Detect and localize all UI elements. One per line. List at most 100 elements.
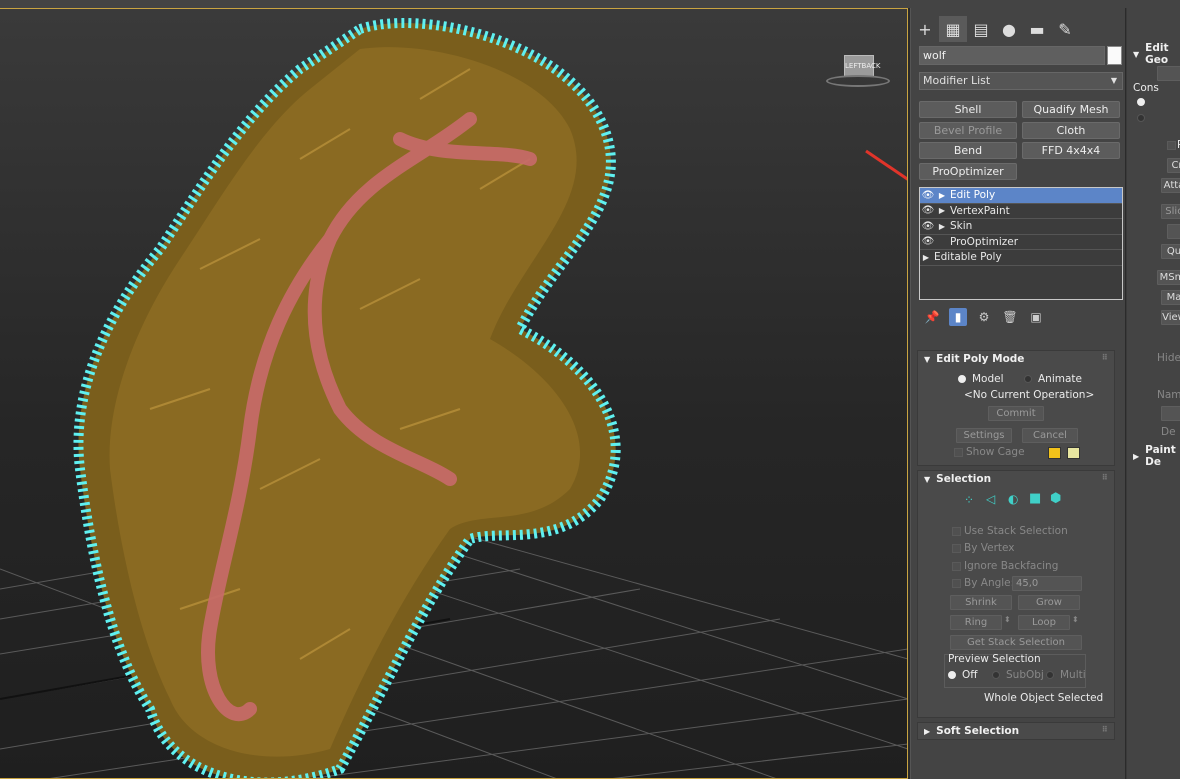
edge-subobject-icon[interactable]: ◁ [986, 492, 995, 506]
loop-button[interactable]: Loop [1018, 615, 1070, 630]
preview-subobj-radio[interactable] [992, 671, 1000, 679]
expand-arrow-icon[interactable]: ▶ [936, 191, 948, 200]
eye-icon[interactable]: 👁 [920, 190, 936, 201]
fur-object[interactable] [73, 18, 621, 779]
named-selections-label: Name [1157, 389, 1180, 401]
hierarchy-icon[interactable]: ▤ [967, 16, 995, 42]
rollout-header[interactable]: ▶ Soft Selection ⠿ [918, 723, 1114, 739]
modifier-button-bend[interactable]: Bend [919, 142, 1017, 159]
make-planar-button[interactable]: Ma [1161, 290, 1180, 305]
expand-arrow-icon[interactable]: ▶ [936, 222, 948, 231]
viewcube-compass[interactable] [826, 75, 890, 87]
stack-item-label: Skin [950, 220, 973, 233]
create-icon[interactable]: + [911, 16, 939, 42]
perspective-viewport[interactable]: LEFT BACK [0, 8, 908, 779]
motion-icon[interactable]: ● [995, 16, 1023, 42]
get-stack-selection-button[interactable]: Get Stack Selection [950, 635, 1082, 650]
rollout-header[interactable]: ▼ Edit Poly Mode ⠿ [918, 351, 1114, 367]
modifier-button-bevel-profile[interactable]: Bevel Profile [919, 122, 1017, 139]
modifier-button-prooptimizer[interactable]: ProOptimizer [919, 163, 1017, 180]
remove-modifier-icon[interactable]: 🗑 [1001, 308, 1019, 326]
use-stack-selection-checkbox[interactable] [952, 527, 961, 536]
edit-geometry-header[interactable]: ▼ Edit Geo [1127, 42, 1180, 66]
top-strip [0, 0, 1180, 8]
slice-button[interactable] [1167, 224, 1180, 239]
utilities-icon[interactable]: ✎ [1051, 16, 1079, 42]
selection-status-text: Whole Object Selected [984, 692, 1104, 704]
selection-rollout: ▼ Selection ⠿ ⁘ ◁ ◐ ■ ⬢ Use Stack Select… [917, 470, 1115, 718]
paint-deformation-header[interactable]: ▶ Paint De [1127, 444, 1180, 468]
make-unique-icon[interactable]: ⚙ [975, 308, 993, 326]
eye-icon[interactable]: 👁 [920, 205, 936, 216]
model-radio[interactable] [958, 375, 966, 383]
modifier-button-shell[interactable]: Shell [919, 101, 1017, 118]
ignore-backfacing-label: Ignore Backfacing [964, 560, 1059, 572]
preview-multi-radio[interactable] [1046, 671, 1054, 679]
element-subobject-icon[interactable]: ⬢ [1050, 491, 1061, 506]
eye-icon[interactable]: 👁 [920, 221, 936, 232]
configure-modifier-sets-icon[interactable]: ▣ [1027, 308, 1045, 326]
commit-button[interactable]: Commit [988, 406, 1044, 421]
border-subobject-icon[interactable]: ◐ [1008, 492, 1018, 506]
rollout-header[interactable]: ▼ Selection ⠿ [918, 471, 1114, 487]
rollout-title: Soft Selection [936, 725, 1020, 737]
cage-selected-color-swatch[interactable] [1067, 447, 1080, 459]
stack-item-label: VertexPaint [950, 204, 1010, 217]
settings-button[interactable]: Settings [956, 428, 1012, 443]
modifier-list-dropdown[interactable]: Modifier List ▼ [919, 72, 1123, 90]
stack-item-edit-poly[interactable]: 👁 ▶ Edit Poly [920, 188, 1122, 204]
viewcube[interactable]: LEFT BACK [826, 55, 890, 87]
create-button[interactable]: Cr [1167, 158, 1180, 173]
current-operation-text: <No Current Operation> [964, 389, 1095, 401]
animate-radio[interactable] [1024, 375, 1032, 383]
modifier-button-ffd[interactable]: FFD 4x4x4 [1022, 142, 1120, 159]
stack-item-vertexpaint[interactable]: 👁 ▶ VertexPaint [920, 204, 1122, 219]
slice-plane-button[interactable]: Slic [1161, 204, 1180, 219]
show-end-result-icon[interactable]: ▮ [949, 308, 967, 326]
cage-color-swatch[interactable] [1048, 447, 1061, 459]
repeat-last-button[interactable] [1157, 66, 1180, 81]
annotation-arrow [865, 149, 907, 181]
vertex-subobject-icon[interactable]: ⁘ [964, 493, 974, 507]
constraint-none-radio[interactable] [1137, 98, 1145, 106]
polygon-subobject-icon[interactable]: ■ [1029, 491, 1041, 506]
by-angle-checkbox[interactable] [952, 579, 961, 588]
cancel-button[interactable]: Cancel [1022, 428, 1078, 443]
shrink-button[interactable]: Shrink [950, 595, 1012, 610]
view-align-button[interactable]: View [1161, 310, 1180, 325]
expand-arrow-icon[interactable]: ▶ [920, 253, 932, 262]
copy-button[interactable] [1161, 406, 1180, 421]
modifier-button-cloth[interactable]: Cloth [1022, 122, 1120, 139]
eye-icon[interactable]: 👁 [920, 236, 936, 247]
show-cage-checkbox[interactable] [954, 448, 963, 457]
pin-stack-icon[interactable]: 📌 [923, 308, 941, 326]
stack-toolbar: 📌 ▮ ⚙ 🗑 ▣ [919, 307, 1123, 327]
ring-button[interactable]: Ring [950, 615, 1002, 630]
use-stack-selection-label: Use Stack Selection [964, 525, 1068, 537]
stack-item-prooptimizer[interactable]: 👁 ProOptimizer [920, 235, 1122, 250]
stack-item-skin[interactable]: 👁 ▶ Skin [920, 219, 1122, 235]
quickslice-button[interactable]: Qu [1161, 244, 1180, 259]
constraint-edge-radio[interactable] [1137, 114, 1145, 122]
ignore-backfacing-checkbox[interactable] [952, 562, 961, 571]
soft-selection-rollout: ▶ Soft Selection ⠿ [917, 722, 1115, 740]
display-icon[interactable]: ▬ [1023, 16, 1051, 42]
attach-button[interactable]: Atta [1161, 178, 1180, 193]
ring-spinner-icon[interactable]: ⬍ [1004, 615, 1011, 624]
loop-spinner-icon[interactable]: ⬍ [1072, 615, 1079, 624]
by-angle-spinner[interactable]: 45,0 [1012, 576, 1082, 591]
preserve-uvs-checkbox[interactable] [1167, 141, 1176, 150]
object-name-field[interactable]: wolf [919, 46, 1105, 65]
msmooth-button[interactable]: MSm [1157, 270, 1180, 285]
viewcube-left-label: LEFT [845, 62, 862, 70]
modifier-button-quadify-mesh[interactable]: Quadify Mesh [1022, 101, 1120, 118]
stack-item-editable-poly[interactable]: ▶ Editable Poly [920, 250, 1122, 266]
preview-off-radio[interactable] [948, 671, 956, 679]
modifier-stack[interactable]: 👁 ▶ Edit Poly 👁 ▶ VertexPaint 👁 ▶ Skin 👁… [919, 187, 1123, 300]
grow-button[interactable]: Grow [1018, 595, 1080, 610]
modify-icon[interactable]: ▦ [939, 16, 967, 42]
by-vertex-checkbox[interactable] [952, 544, 961, 553]
command-panel-second-column: ▼ Edit Geo Cons P Cr Atta Slic Qu MSm Ma… [1126, 8, 1180, 779]
object-color-swatch[interactable] [1107, 46, 1122, 65]
expand-arrow-icon[interactable]: ▶ [936, 206, 948, 215]
